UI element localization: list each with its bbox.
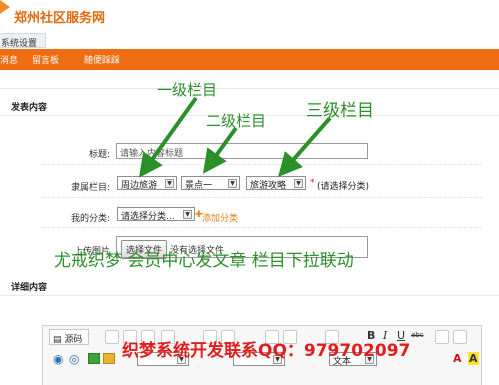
annotation-level2: 二级栏目	[206, 112, 267, 130]
annotation-arrows	[139, 96, 332, 178]
annotation-level3: 三级栏目	[306, 101, 374, 121]
annotation-contact: 织梦系统开发联系QQ：979702097	[122, 341, 411, 361]
arrow-level1	[139, 96, 198, 178]
arrow-level2	[202, 126, 238, 174]
arrow-level3	[278, 116, 332, 178]
annotation-caption: 尤戒织梦 会员中心发文章 栏目下拉联动	[54, 251, 354, 271]
annotation-level1: 一级栏目	[157, 81, 218, 99]
